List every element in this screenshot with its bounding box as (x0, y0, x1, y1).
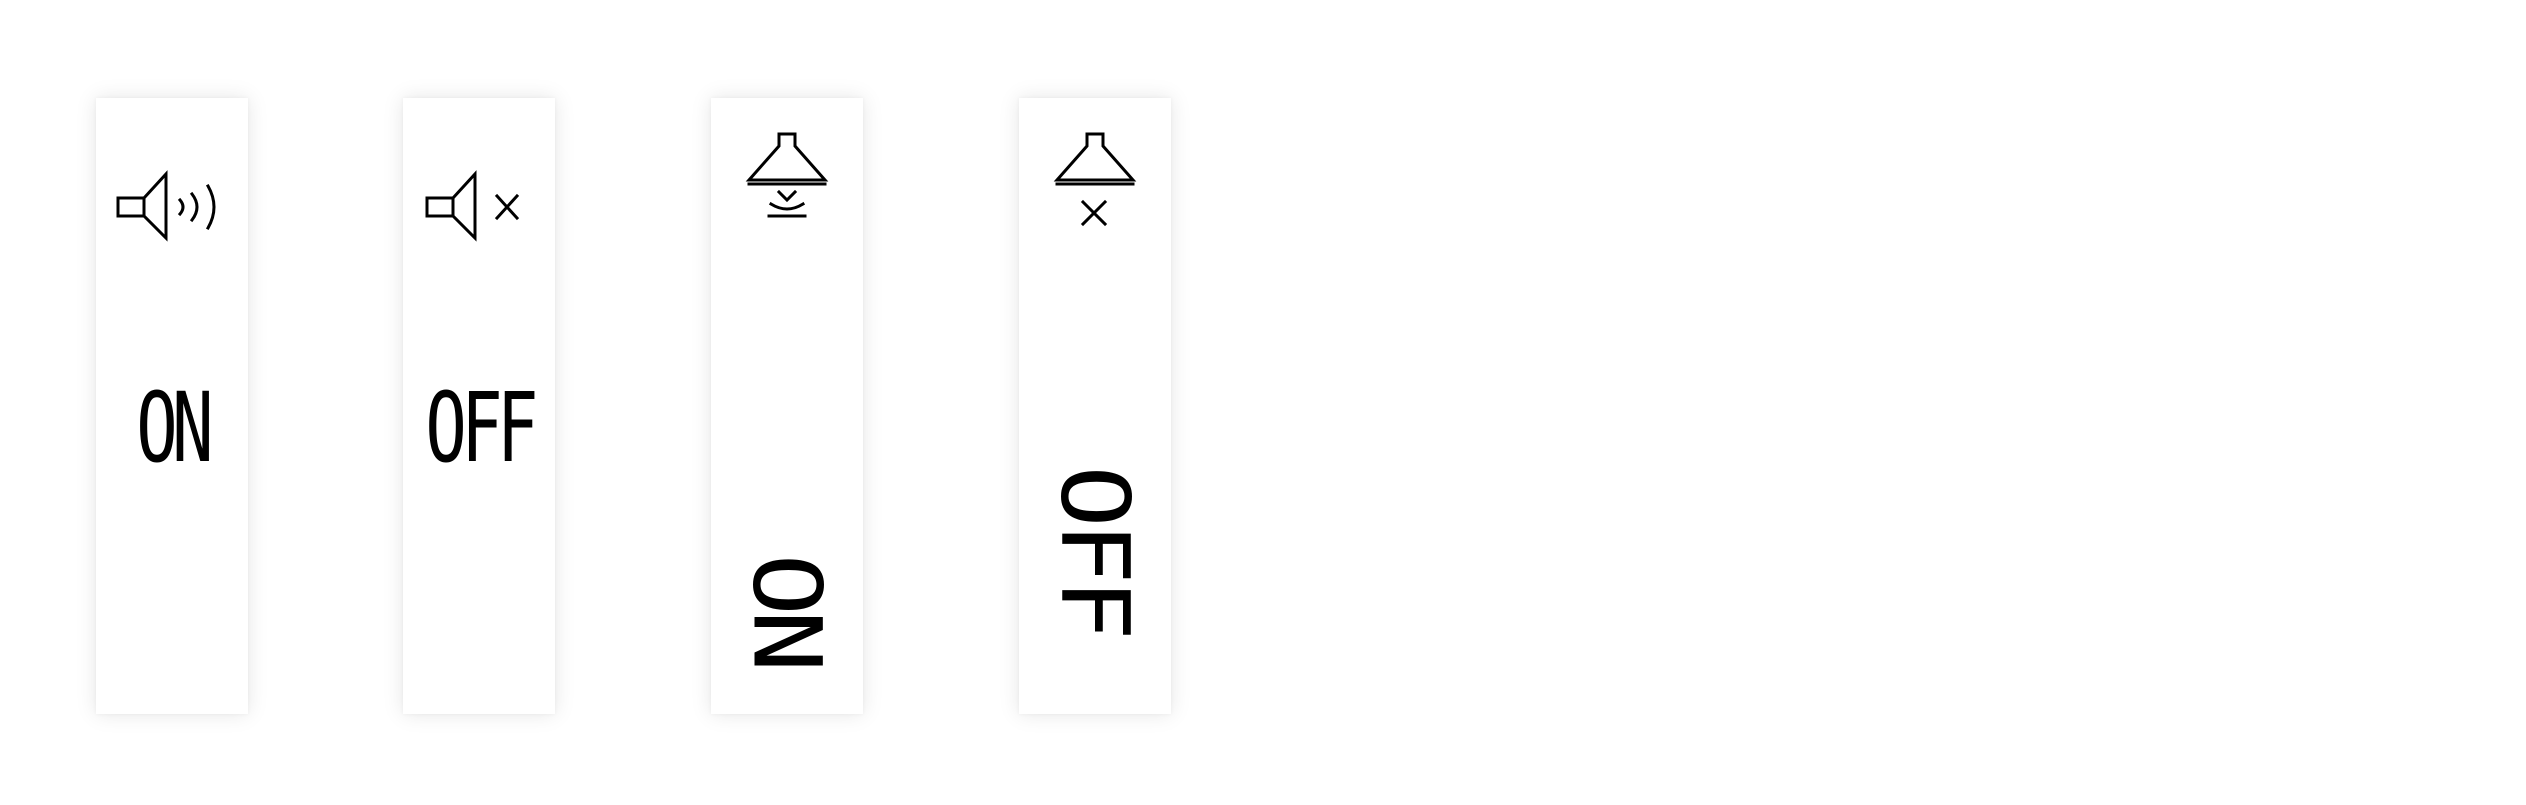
lamp-off-label: OFF (1040, 465, 1150, 635)
lamp-on-icon (745, 132, 829, 218)
lamp-on-label: ON (732, 553, 842, 667)
lamp-on-toggle[interactable]: ON (711, 98, 863, 714)
speaker-mute-icon (425, 170, 520, 242)
lamp-off-icon (1053, 132, 1137, 227)
speaker-sound-icon (116, 170, 216, 242)
speaker-off-toggle[interactable]: OFF (403, 98, 555, 714)
speaker-on-toggle[interactable]: ON (96, 98, 248, 714)
speaker-off-label: OFF (425, 372, 538, 484)
speaker-on-label: ON (136, 372, 213, 484)
lamp-off-toggle[interactable]: OFF (1019, 98, 1171, 714)
